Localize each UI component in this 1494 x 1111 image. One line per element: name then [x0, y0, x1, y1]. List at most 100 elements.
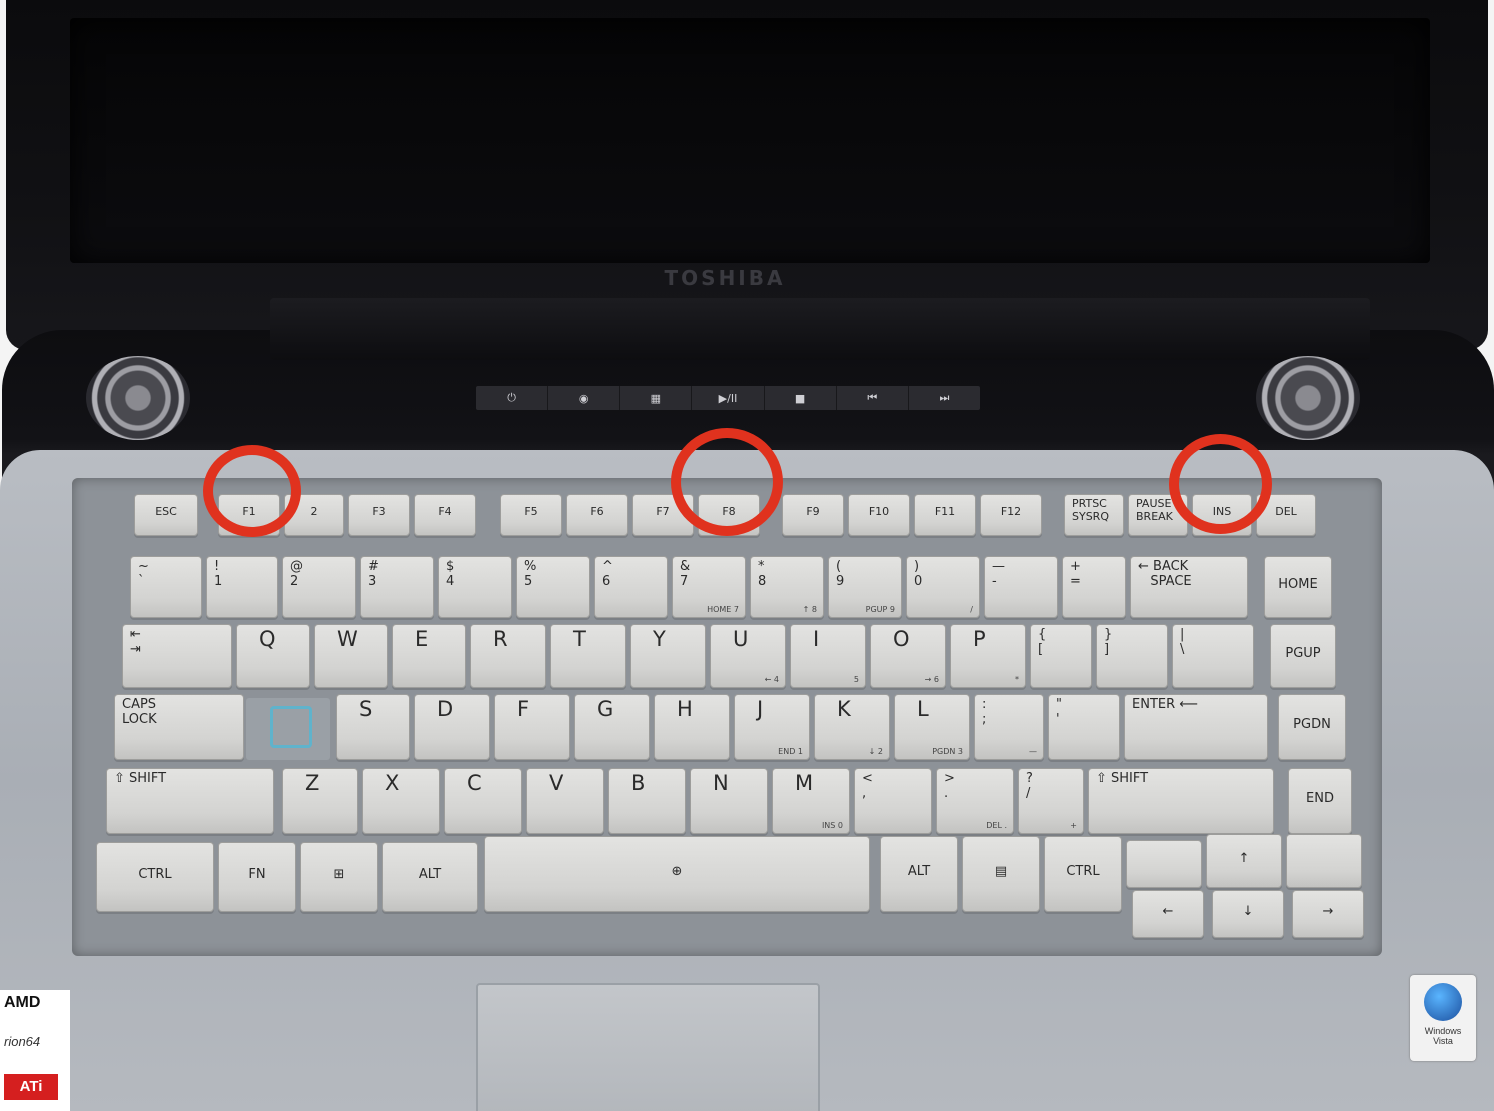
key-b[interactable]: B [608, 768, 686, 834]
key-k0[interactable]: ) 0 / [906, 556, 980, 618]
key-g[interactable]: G [574, 694, 650, 760]
key-esc[interactable]: ESC [134, 494, 198, 536]
key-label: L [917, 697, 929, 721]
key-enter[interactable]: ENTER ⟵ [1124, 694, 1268, 760]
key-t[interactable]: T [550, 624, 626, 688]
key-i[interactable]: I5 [790, 624, 866, 688]
stop-button[interactable]: ■ [765, 386, 837, 410]
next-track-button[interactable]: ⏭ [909, 386, 980, 410]
key-blank1[interactable] [1126, 840, 1202, 888]
key-ralt[interactable]: ALT [880, 836, 958, 912]
key-k3[interactable]: # 3 [360, 556, 434, 618]
key-label: Q [259, 627, 276, 651]
key-f12[interactable]: F12 [980, 494, 1042, 536]
brand-logo: TOSHIBA [664, 266, 786, 290]
key-menu[interactable]: ▤ [962, 836, 1040, 912]
internet-button[interactable]: ◉ [548, 386, 621, 410]
media-center-button[interactable]: ▦ [620, 386, 693, 410]
key-lalt[interactable]: ALT [382, 842, 478, 912]
key-fnkey[interactable]: FN [218, 842, 296, 912]
key-rshift[interactable]: ⇧ SHIFT [1088, 768, 1274, 834]
key-backslash[interactable]: | \ [1172, 624, 1254, 688]
key-p[interactable]: P * [950, 624, 1026, 688]
key-pgup[interactable]: PGUP [1270, 624, 1336, 688]
key-w[interactable]: W [314, 624, 388, 688]
power-button[interactable]: ⏻ [476, 386, 549, 410]
photo-scene: TOSHIBA ⏻ ◉ ▦ ▶/II ■ ⏮ ⏭ ESC F1 2 F3 F4 F5 F6 F… [0, 0, 1494, 1111]
display-panel [70, 18, 1430, 263]
previous-track-button[interactable]: ⏮ [837, 386, 909, 410]
key-e[interactable]: E [392, 624, 466, 688]
key-lbracket[interactable]: { [ [1030, 624, 1092, 688]
key-rbracket[interactable]: } ] [1096, 624, 1168, 688]
key-l[interactable]: L PGDN 3 [894, 694, 970, 760]
left-speaker [86, 356, 190, 440]
key-v[interactable]: V [526, 768, 604, 834]
key-k5[interactable]: % 5 [516, 556, 590, 618]
key-k9[interactable]: ( 9 PGUP 9 [828, 556, 902, 618]
key-left[interactable]: ← [1132, 890, 1204, 938]
key-equal[interactable]: + = [1062, 556, 1126, 618]
key-label: F9 [806, 505, 820, 518]
key-prtsc[interactable]: PRTSC SYSRQ [1064, 494, 1124, 536]
key-rctrl[interactable]: CTRL [1044, 836, 1122, 912]
key-k2[interactable]: @ 2 [282, 556, 356, 618]
key-o[interactable]: O → 6 [870, 624, 946, 688]
touchpad[interactable] [476, 983, 820, 1111]
key-k4[interactable]: $ 4 [438, 556, 512, 618]
key-lshift[interactable]: ⇧ SHIFT [106, 768, 274, 834]
key-c[interactable]: C [444, 768, 522, 834]
key-k7[interactable]: & 7 HOME 7 [672, 556, 746, 618]
key-n[interactable]: N [690, 768, 768, 834]
key-f6[interactable]: F6 [566, 494, 628, 536]
key-s[interactable]: S [336, 694, 410, 760]
key-f4[interactable]: F4 [414, 494, 476, 536]
key-k8[interactable]: * 8 ↑ 8 [750, 556, 824, 618]
key-f10[interactable]: F10 [848, 494, 910, 536]
key-h[interactable]: H [654, 694, 730, 760]
key-f11[interactable]: F11 [914, 494, 976, 536]
key-d[interactable]: D [414, 694, 490, 760]
key-j[interactable]: J END 1 [734, 694, 810, 760]
key-comma[interactable]: < , [854, 768, 932, 834]
key-up[interactable]: ↑ [1206, 834, 1282, 888]
key-label: FN [248, 867, 266, 882]
key-f5[interactable]: F5 [500, 494, 562, 536]
key-numpad-legend: — [1029, 747, 1037, 756]
key-f9[interactable]: F9 [782, 494, 844, 536]
key-end[interactable]: END [1288, 768, 1352, 834]
play-pause-button[interactable]: ▶/II [692, 386, 765, 410]
key-label: ⇧ SHIFT [1096, 771, 1149, 786]
key-f[interactable]: F [494, 694, 570, 760]
key-r[interactable]: R [470, 624, 546, 688]
key-period[interactable]: > . DEL . [936, 768, 1014, 834]
key-label: V [549, 771, 564, 795]
key-right[interactable]: → [1292, 890, 1364, 938]
key-caps[interactable]: CAPS LOCK [114, 694, 244, 760]
key-quote[interactable]: " ' [1048, 694, 1120, 760]
key-f3[interactable]: F3 [348, 494, 410, 536]
key-k[interactable]: K ↓ 2 [814, 694, 890, 760]
key-y[interactable]: Y [630, 624, 706, 688]
key-tilde[interactable]: ~ ` [130, 556, 202, 618]
key-x[interactable]: X [362, 768, 440, 834]
key-lctrl[interactable]: CTRL [96, 842, 214, 912]
key-k1[interactable]: ! 1 [206, 556, 278, 618]
key-m[interactable]: M INS 0 [772, 768, 850, 834]
key-backspace[interactable]: ← BACK SPACE [1130, 556, 1248, 618]
key-home[interactable]: HOME [1264, 556, 1332, 618]
amd-sticker: AMD rion64 ATi [0, 990, 70, 1111]
key-semicolon[interactable]: : ; — [974, 694, 1044, 760]
key-u[interactable]: U ← 4 [710, 624, 786, 688]
key-slash[interactable]: ? / + [1018, 768, 1084, 834]
key-minus[interactable]: — - [984, 556, 1058, 618]
key-tab[interactable]: ⇤ ⇥ [122, 624, 232, 688]
key-q[interactable]: Q [236, 624, 310, 688]
key-k6[interactable]: ^ 6 [594, 556, 668, 618]
key-z[interactable]: Z [282, 768, 358, 834]
key-down[interactable]: ↓ [1212, 890, 1284, 938]
key-blank2[interactable] [1286, 834, 1362, 888]
key-pgdn[interactable]: PGDN [1278, 694, 1346, 760]
key-win[interactable]: ⊞ [300, 842, 378, 912]
key-space[interactable]: ⊕ [484, 836, 870, 912]
